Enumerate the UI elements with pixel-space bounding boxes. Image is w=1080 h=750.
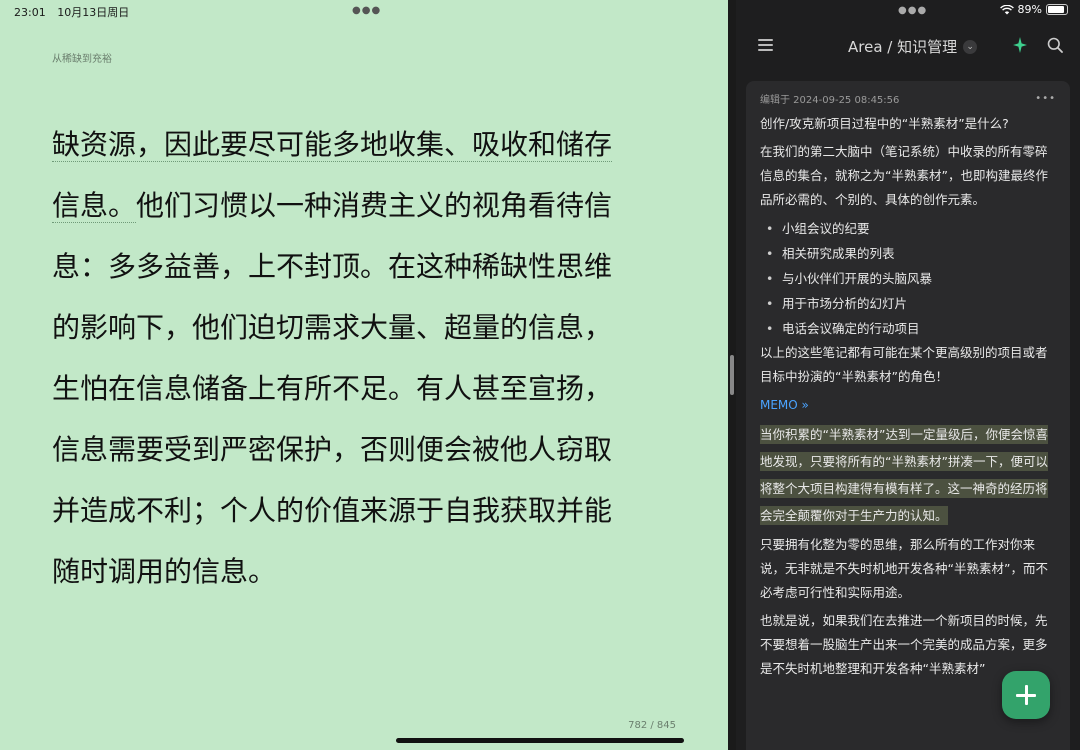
page-indicator: 782 / 845	[628, 720, 676, 731]
split-view-divider[interactable]	[728, 0, 736, 750]
list-item: 小组会议的纪要	[760, 216, 1056, 241]
text-line: 的影响下，他们迫切需求大量、超量的信息，	[52, 311, 613, 344]
list-item: 相关研究成果的列表	[760, 241, 1056, 266]
card-intro: 在我们的第二大脑中（笔记系统）中收录的所有零碎信息的集合，就称之为“半熟素材”，…	[760, 144, 1048, 207]
battery-percent: 89%	[1017, 3, 1042, 16]
notes-pane[interactable]: ●●● 89% Area / 知识管理 ⌄ 编辑于 2024-09-25 08:…	[736, 0, 1080, 750]
more-options-icon[interactable]: •••	[1035, 92, 1056, 106]
text-line: 生怕在信息储备上有所不足。有人甚至宣扬，	[52, 372, 613, 405]
menu-icon[interactable]	[758, 39, 773, 51]
status-bar-right: 89%	[999, 3, 1068, 16]
edited-timestamp: 编辑于 2024-09-25 08:45:56	[760, 95, 900, 106]
underlined-text: 信息。	[52, 189, 137, 223]
status-bar-left: 23:01 10月13日周日	[14, 4, 137, 20]
text-line: 信息。他们习惯以一种消费主义的视角看待信	[52, 175, 688, 236]
card-question: 创作/攻克新项目过程中的“半熟素材”是什么?	[760, 116, 1009, 131]
text-line: 息：多多益善，上不封顶。在这种稀缺性思维	[52, 250, 613, 283]
text-line: 并造成不利；个人的价值来源于自我获取并能	[52, 494, 613, 527]
status-time: 23:01	[14, 6, 46, 19]
book-title: 从稀缺到充裕	[52, 54, 112, 65]
reader-pane[interactable]: 23:01 10月13日周日 ●●● 从稀缺到充裕 缺资源，因此要尽可能多地收集…	[0, 0, 728, 750]
text-line: 信息需要受到严密保护，否则便会被他人窃取	[52, 433, 613, 466]
add-memo-button[interactable]	[1002, 671, 1050, 719]
multitask-dots-icon[interactable]: ●●●	[352, 6, 381, 16]
battery-icon	[1046, 4, 1068, 15]
split-view-handle[interactable]	[730, 355, 734, 395]
search-icon[interactable]	[1047, 37, 1063, 53]
sparkle-icon[interactable]	[1012, 36, 1028, 54]
text-line: 随时调用的信息。	[52, 555, 277, 588]
bullet-list: 小组会议的纪要 相关研究成果的列表 与小伙伴们开展的头脑风暴 用于市场分析的幻灯…	[760, 216, 1056, 341]
card-meta: 编辑于 2024-09-25 08:45:56 •••	[760, 92, 1056, 108]
breadcrumb[interactable]: Area / 知识管理 ⌄	[848, 36, 978, 57]
memo-card[interactable]: 编辑于 2024-09-25 08:45:56 ••• 创作/攻克新项目过程中的…	[746, 81, 1070, 750]
highlight: 当你积累的“半熟素材”达到一定量级后，你便会惊喜地发现，只要将所有的“半熟素材”…	[760, 425, 1048, 525]
list-item: 电话会议确定的行动项目	[760, 316, 1056, 341]
card-summary: 以上的这些笔记都有可能在某个更高级别的项目或者目标中扮演的“半熟素材”的角色！	[760, 345, 1048, 384]
card-paragraph: 也就是说，如果我们在去推进一个新项目的时候，先不要想着一股脑生产出来一个完美的成…	[760, 613, 1048, 676]
battery-fill	[1048, 6, 1065, 13]
highlighted-paragraph: 当你积累的“半熟素材”达到一定量级后，你便会惊喜地发现，只要将所有的“半熟素材”…	[760, 421, 1056, 529]
home-indicator[interactable]	[396, 738, 684, 743]
book-text[interactable]: 缺资源，因此要尽可能多地收集、吸收和储存 信息。他们习惯以一种消费主义的视角看待…	[52, 114, 688, 602]
list-item: 用于市场分析的幻灯片	[760, 291, 1056, 316]
multitask-dots-icon[interactable]: ●●●	[898, 6, 927, 16]
card-paragraph: 只要拥有化整为零的思维，那么所有的工作对你来说，无非就是不失时机地开发各种“半熟…	[760, 537, 1048, 600]
line-rest: 他们习惯以一种消费主义的视角看待信	[136, 189, 613, 222]
breadcrumb-label: Area / 知识管理	[848, 38, 958, 56]
list-item: 与小伙伴们开展的头脑风暴	[760, 266, 1056, 291]
wifi-icon	[999, 4, 1014, 14]
status-date: 10月13日周日	[57, 6, 130, 19]
text-line: 缺资源，因此要尽可能多地收集、吸收和储存	[52, 128, 613, 162]
memo-link[interactable]: MEMO »	[760, 393, 1056, 417]
chevron-down-icon[interactable]: ⌄	[963, 39, 978, 54]
notes-toolbar: Area / 知识管理 ⌄	[736, 32, 1080, 60]
